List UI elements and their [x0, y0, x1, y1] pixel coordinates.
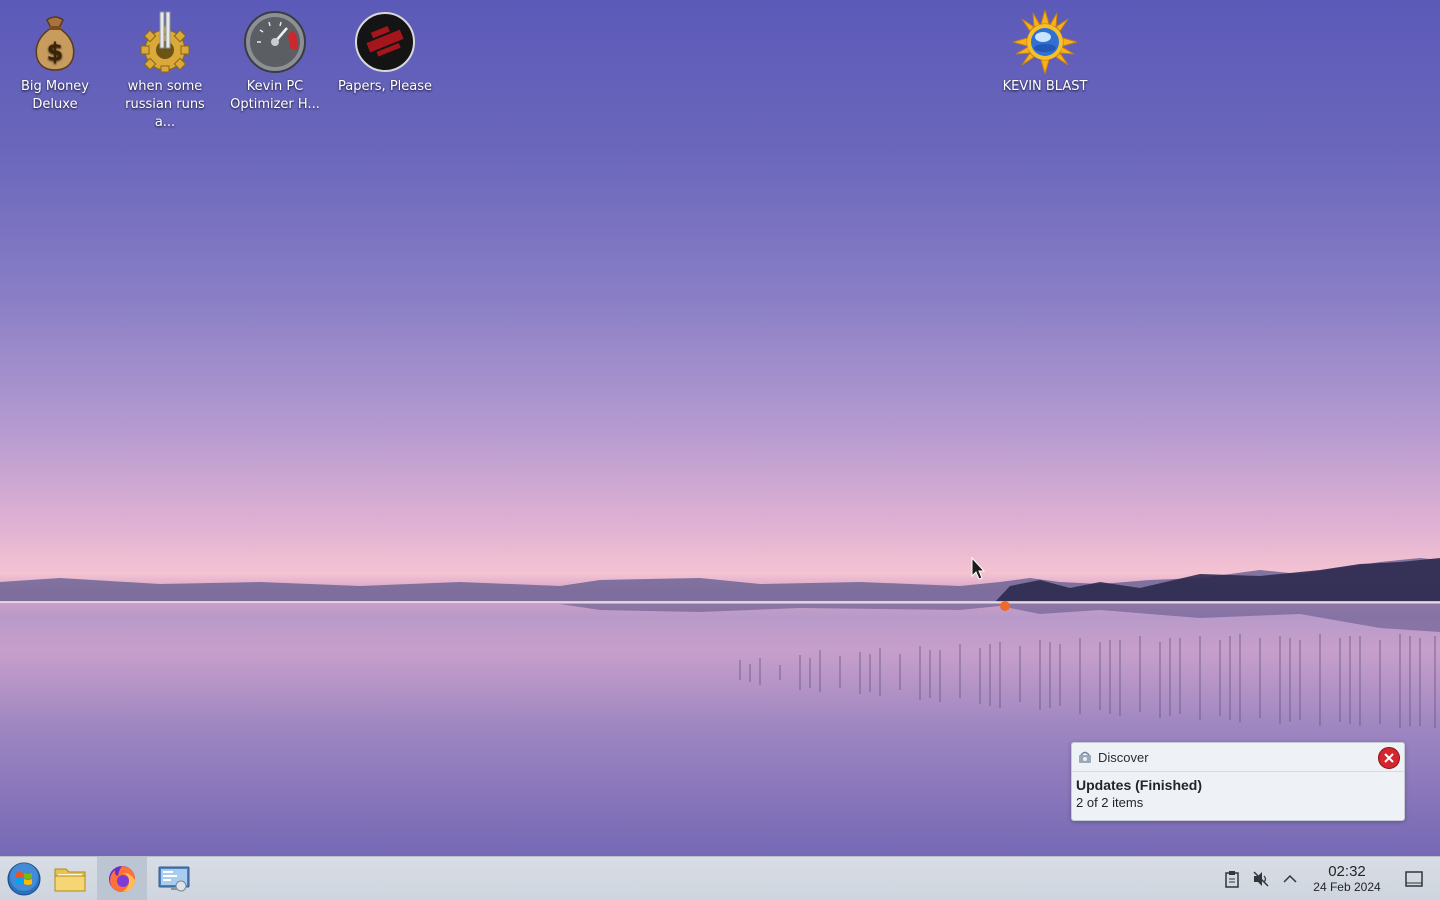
start-menu-button[interactable]: [0, 857, 48, 900]
speedometer-icon: [244, 11, 306, 73]
papers-please-icon: [355, 12, 415, 72]
wallpaper-lake-scenery: [0, 558, 1440, 632]
desktop-icon-when-some-russian[interactable]: when some russian runs a...: [113, 4, 217, 132]
firefox-icon: [109, 865, 135, 892]
clock-time: 02:32: [1328, 863, 1366, 880]
desktop-icon-kevin-blast[interactable]: KEVIN BLAST: [993, 4, 1097, 96]
desktop-icon-papers-please[interactable]: Papers, Please: [333, 4, 437, 96]
desktop-icon-label: Big Money Deluxe: [20, 79, 89, 112]
mouse-cursor: [971, 557, 986, 580]
digital-clock[interactable]: 02:32 24 Feb 2024: [1305, 863, 1389, 894]
windows-start-icon: [7, 862, 41, 895]
clock-date: 24 Feb 2024: [1313, 880, 1381, 894]
money-bag-icon: $: [35, 16, 75, 71]
svg-text:$: $: [47, 38, 64, 66]
notification-header: Discover: [1072, 743, 1404, 772]
wallpaper-reeds: [739, 634, 1436, 728]
taskbar: 02:32 24 Feb 2024: [0, 856, 1440, 900]
firefox-taskbar-button[interactable]: [97, 857, 147, 900]
show-desktop-button[interactable]: [1403, 869, 1425, 889]
clipboard-tray-button[interactable]: [1222, 869, 1242, 889]
close-icon: [1384, 753, 1394, 763]
monitor-settings-icon: [158, 866, 190, 891]
gear-icon: [140, 11, 190, 73]
desktop-icon-label: KEVIN BLAST: [1002, 79, 1088, 94]
notification-body: 2 of 2 items: [1076, 795, 1144, 810]
speaker-muted-icon: [1253, 871, 1269, 887]
desktop-icon-label: when some russian runs a...: [125, 79, 205, 130]
desktop-wallpaper: $ Big Money Deluxe when some russian run…: [0, 0, 1440, 856]
notification-popup[interactable]: Discover Updates (Finished) 2 of 2 items: [1071, 742, 1405, 821]
folder-icon: [54, 868, 86, 891]
discover-icon: [1079, 751, 1091, 763]
file-manager-button[interactable]: [46, 857, 94, 900]
desktop-icon-big-money-deluxe[interactable]: $ Big Money Deluxe: [3, 4, 107, 114]
clipboard-icon: [1225, 871, 1239, 888]
notification-close-button[interactable]: [1378, 747, 1400, 769]
system-settings-button[interactable]: [150, 857, 198, 900]
notification-title: Updates (Finished): [1076, 777, 1203, 793]
sun-globe-icon: [1013, 10, 1077, 74]
desktop-icon-kevin-pc-optimizer[interactable]: Kevin PC Optimizer H...: [223, 4, 327, 114]
desktop-icon-label: Kevin PC Optimizer H...: [230, 79, 320, 112]
tray-expand-button[interactable]: [1280, 869, 1300, 889]
notification-app-name: Discover: [1098, 749, 1149, 765]
volume-tray-button[interactable]: [1251, 869, 1271, 889]
desktop-icon-label: Papers, Please: [337, 79, 433, 94]
chevron-up-icon: [1283, 874, 1297, 883]
show-desktop-icon: [1405, 871, 1423, 887]
